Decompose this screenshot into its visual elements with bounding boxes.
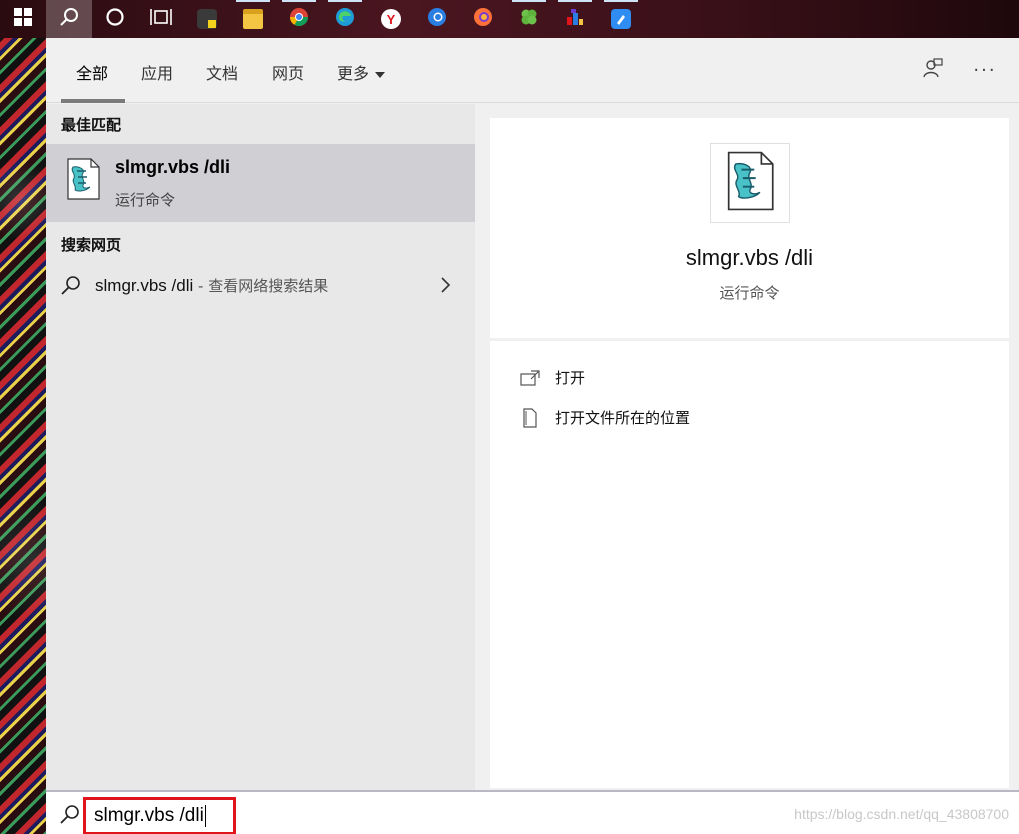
task-view-button[interactable] (138, 0, 184, 38)
watermark: https://blog.csdn.net/qq_43808700 (794, 806, 1009, 822)
taskbar-app-firefox[interactable] (460, 0, 506, 38)
detail-icon-frame (710, 143, 790, 223)
taskbar-app-file-explorer[interactable] (230, 0, 276, 38)
web-search-hint: - 查看网络搜索结果 (193, 277, 329, 295)
taskbar-app-yandex[interactable]: Y (368, 0, 414, 38)
action-open-label: 打开 (555, 369, 586, 387)
taskbar-app-firefox-dev[interactable] (414, 0, 460, 38)
edge-icon (335, 7, 355, 31)
chevron-down-icon (375, 71, 386, 78)
best-match-item[interactable]: slmgr.vbs /dli 运行命令 (46, 144, 475, 222)
paint-app-icon (565, 7, 585, 31)
open-icon (520, 368, 540, 388)
taskbar-app-chrome[interactable] (276, 0, 322, 38)
start-icon (14, 8, 32, 30)
search-icon (59, 803, 81, 829)
best-match-subtitle: 运行命令 (115, 191, 176, 209)
file-location-icon (520, 407, 540, 428)
taskbar: Y (0, 0, 1019, 38)
detail-actions: 打开 打开文件所在的位置 (490, 341, 1009, 788)
more-options-icon: ··· (973, 59, 997, 81)
action-open-file-location[interactable]: 打开文件所在的位置 (520, 407, 690, 428)
taskbar-app-paint[interactable] (552, 0, 598, 38)
web-search-query: slmgr.vbs /dli - 查看网络搜索结果 (95, 275, 328, 296)
best-match-title: slmgr.vbs /dli (115, 157, 231, 177)
search-icon (59, 7, 79, 31)
search-taskbar-button[interactable] (46, 0, 92, 38)
tab-apps[interactable]: 应用 (141, 60, 173, 84)
file-explorer-icon (243, 9, 263, 29)
cortana-icon (105, 7, 125, 31)
script-file-icon (64, 158, 102, 200)
tab-more-label: 更多 (337, 64, 370, 83)
action-open[interactable]: 打开 (520, 367, 585, 388)
taskbar-app-blue[interactable] (598, 0, 644, 38)
detail-pane: slmgr.vbs /dli 运行命令 打开 打开文件所在的位置 (490, 118, 1009, 788)
tab-all[interactable]: 全部 (76, 60, 108, 84)
detail-card: slmgr.vbs /dli 运行命令 (490, 118, 1009, 338)
blue-app-icon (611, 9, 631, 29)
web-search-heading: 搜索网页 (61, 236, 122, 254)
search-tabbar: 全部 应用 文档 网页 更多 ··· (46, 38, 1019, 103)
taskbar-app-sticky-notes[interactable] (184, 0, 230, 38)
search-input[interactable]: slmgr.vbs /dli (83, 797, 236, 834)
sticky-notes-icon (197, 9, 217, 29)
text-caret (204, 805, 206, 827)
script-file-icon (723, 151, 777, 215)
tab-web[interactable]: 网页 (272, 60, 304, 84)
start-button[interactable] (0, 0, 46, 38)
active-tab-indicator (61, 99, 125, 103)
web-search-query-text: slmgr.vbs /dli (95, 276, 194, 295)
search-panel: 全部 应用 文档 网页 更多 ··· 最佳匹配 slmgr.vbs /dli 运… (46, 38, 1019, 834)
chrome-icon (289, 7, 309, 31)
detail-title: slmgr.vbs /dli (685, 245, 814, 270)
action-open-file-location-label: 打开文件所在的位置 (555, 409, 691, 427)
best-match-heading: 最佳匹配 (61, 116, 122, 134)
taskbar-app-clover[interactable] (506, 0, 552, 38)
search-icon (60, 274, 82, 300)
taskbar-app-edge[interactable] (322, 0, 368, 38)
task-view-icon (150, 7, 172, 31)
more-options-button[interactable]: ··· (971, 56, 999, 84)
feedback-icon (922, 57, 944, 83)
tab-documents[interactable]: 文档 (206, 60, 238, 84)
web-search-item[interactable]: slmgr.vbs /dli - 查看网络搜索结果 (46, 264, 475, 308)
detail-subtitle: 运行命令 (719, 284, 780, 302)
firefox-icon (473, 7, 493, 31)
yandex-browser-icon: Y (381, 9, 401, 29)
search-bar: slmgr.vbs /dli https://blog.csdn.net/qq_… (46, 790, 1019, 834)
desktop-wallpaper (0, 0, 46, 834)
tab-more[interactable]: 更多 (337, 60, 386, 84)
clover-app-icon (519, 7, 539, 31)
firefox-developer-icon (427, 7, 447, 31)
search-input-value: slmgr.vbs /dli (94, 805, 204, 826)
cortana-button[interactable] (92, 0, 138, 38)
chevron-right-icon (440, 276, 452, 298)
results-list: 最佳匹配 slmgr.vbs /dli 运行命令 搜索网页 slmgr.vbs … (46, 104, 475, 790)
feedback-button[interactable] (919, 56, 947, 84)
